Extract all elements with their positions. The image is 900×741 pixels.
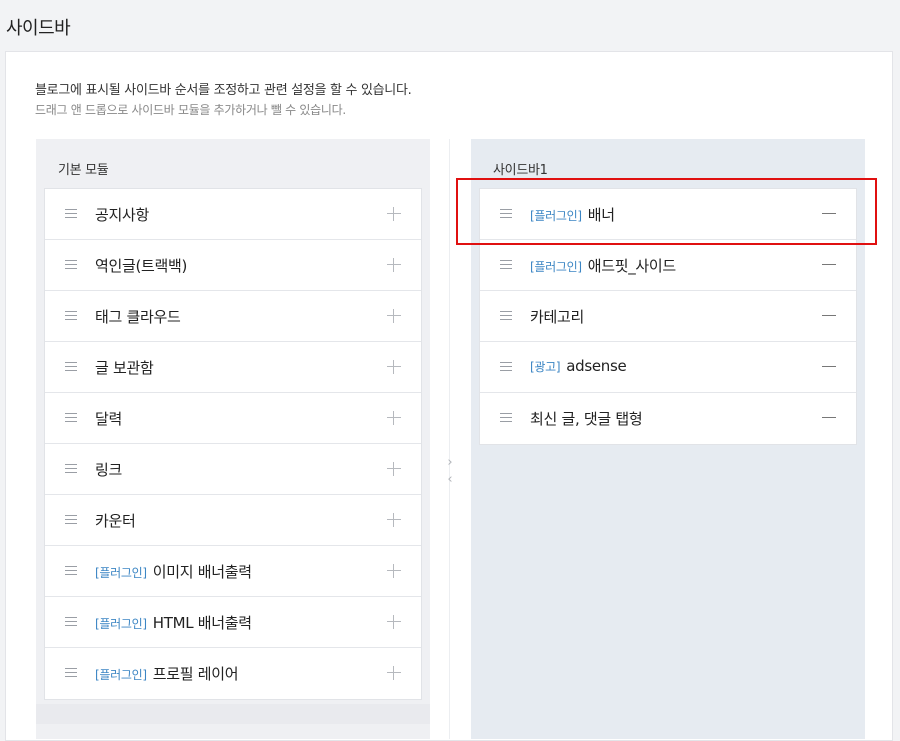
description-line-1: 블로그에 표시될 사이드바 순서를 조정하고 관련 설정을 할 수 있습니다.: [35, 83, 412, 98]
module-name: 카테고리: [530, 308, 585, 326]
move-right-icon[interactable]: ›: [443, 454, 457, 471]
drag-handle-icon[interactable]: [65, 362, 77, 371]
drag-handle-icon[interactable]: [65, 209, 77, 218]
page-title: 사이드바: [6, 18, 71, 39]
module-item[interactable]: 카운터: [45, 495, 421, 546]
remove-module-icon[interactable]: [822, 315, 836, 316]
add-module-icon[interactable]: [387, 309, 401, 323]
module-name: 최신 글, 댓글 탭형: [530, 410, 643, 428]
module-item[interactable]: 링크: [45, 444, 421, 495]
module-name: 프로필 레이어: [152, 665, 239, 683]
drag-handle-icon[interactable]: [65, 311, 77, 320]
drag-handle-icon[interactable]: [65, 668, 77, 677]
module-name: HTML 배너출력: [152, 614, 252, 632]
module-label: 글 보관함: [95, 357, 154, 378]
add-module-icon[interactable]: [387, 360, 401, 374]
drag-handle-icon[interactable]: [65, 617, 77, 626]
module-name: 링크: [95, 461, 123, 479]
module-tag: [플러그인]: [95, 617, 147, 631]
column-divider: [449, 139, 450, 739]
remove-module-icon[interactable]: [822, 417, 836, 418]
drag-handle-icon[interactable]: [65, 515, 77, 524]
move-arrows: › ‹: [443, 454, 457, 488]
module-name: 애드핏_사이드: [587, 257, 677, 275]
module-item[interactable]: [플러그인] 애드핏_사이드: [480, 240, 856, 291]
module-tag: [플러그인]: [95, 566, 147, 580]
module-item[interactable]: [광고] adsense: [480, 342, 856, 393]
module-label: 역인글(트랙백): [95, 255, 187, 276]
drag-handle-icon[interactable]: [65, 413, 77, 422]
module-item[interactable]: 역인글(트랙백): [45, 240, 421, 291]
module-label: 최신 글, 댓글 탭형: [530, 408, 643, 429]
module-label: [광고] adsense: [530, 357, 627, 375]
add-module-icon[interactable]: [387, 207, 401, 221]
drag-handle-icon[interactable]: [65, 566, 77, 575]
module-item[interactable]: 달력: [45, 393, 421, 444]
module-name: 카운터: [95, 512, 136, 530]
drag-handle-icon[interactable]: [500, 413, 512, 422]
remove-module-icon[interactable]: [822, 366, 836, 367]
module-item[interactable]: [플러그인] HTML 배너출력: [45, 597, 421, 648]
add-module-icon[interactable]: [387, 666, 401, 680]
drag-handle-icon[interactable]: [500, 362, 512, 371]
module-tag: [광고]: [530, 360, 561, 374]
sidebar1-title: 사이드바1: [493, 163, 548, 178]
module-item[interactable]: [플러그인] 프로필 레이어: [45, 648, 421, 699]
module-label: 달력: [95, 408, 122, 429]
module-tag: [플러그인]: [530, 260, 582, 274]
add-module-icon[interactable]: [387, 615, 401, 629]
module-label: [플러그인] HTML 배너출력: [95, 612, 252, 633]
module-name: 이미지 배너출력: [152, 563, 252, 581]
basic-modules-column: 기본 모듈 공지사항역인글(트랙백) 태그 클라우드글 보관함달력링크카운터 [플러…: [36, 139, 430, 739]
module-item[interactable]: 태그 클라우드: [45, 291, 421, 342]
module-item[interactable]: 카테고리: [480, 291, 856, 342]
next-module-group: [36, 704, 430, 724]
move-left-icon[interactable]: ‹: [443, 471, 457, 488]
module-name: 역인글(트랙백): [95, 257, 188, 275]
module-item[interactable]: [플러그인] 이미지 배너출력: [45, 546, 421, 597]
module-name: 태그 클라우드: [95, 308, 181, 326]
module-label: 태그 클라우드: [95, 306, 181, 327]
add-module-icon[interactable]: [387, 513, 401, 527]
module-label: 링크: [95, 459, 122, 480]
module-label: 카운터: [95, 510, 136, 531]
add-module-icon[interactable]: [387, 564, 401, 578]
module-name: adsense: [566, 357, 627, 375]
module-label: 공지사항: [95, 204, 149, 225]
module-name: 공지사항: [95, 206, 150, 224]
module-label: [플러그인] 애드핏_사이드: [530, 255, 676, 276]
basic-modules-title: 기본 모듈: [58, 163, 109, 178]
module-label: [플러그인] 이미지 배너출력: [95, 561, 252, 582]
sidebar-settings-panel: 블로그에 표시될 사이드바 순서를 조정하고 관련 설정을 할 수 있습니다. …: [5, 51, 893, 741]
drag-handle-icon[interactable]: [500, 311, 512, 320]
add-module-icon[interactable]: [387, 411, 401, 425]
module-item[interactable]: 공지사항: [45, 189, 421, 240]
description-line-2: 드래그 앤 드롭으로 사이드바 모듈을 추가하거나 뺄 수 있습니다.: [35, 103, 346, 117]
add-module-icon[interactable]: [387, 462, 401, 476]
module-item[interactable]: 글 보관함: [45, 342, 421, 393]
module-item[interactable]: 최신 글, 댓글 탭형: [480, 393, 856, 444]
drag-handle-icon[interactable]: [65, 464, 77, 473]
drag-handle-icon[interactable]: [65, 260, 77, 269]
module-label: 카테고리: [530, 306, 584, 327]
basic-modules-list: 공지사항역인글(트랙백) 태그 클라우드글 보관함달력링크카운터 [플러그인] 이미지…: [44, 188, 422, 700]
module-name: 글 보관함: [95, 359, 154, 377]
drag-handle-icon[interactable]: [500, 260, 512, 269]
highlight-box: [456, 178, 877, 245]
remove-module-icon[interactable]: [822, 264, 836, 265]
module-name: 달력: [95, 410, 123, 428]
module-tag: [플러그인]: [95, 668, 147, 682]
add-module-icon[interactable]: [387, 258, 401, 272]
module-label: [플러그인] 프로필 레이어: [95, 663, 239, 684]
